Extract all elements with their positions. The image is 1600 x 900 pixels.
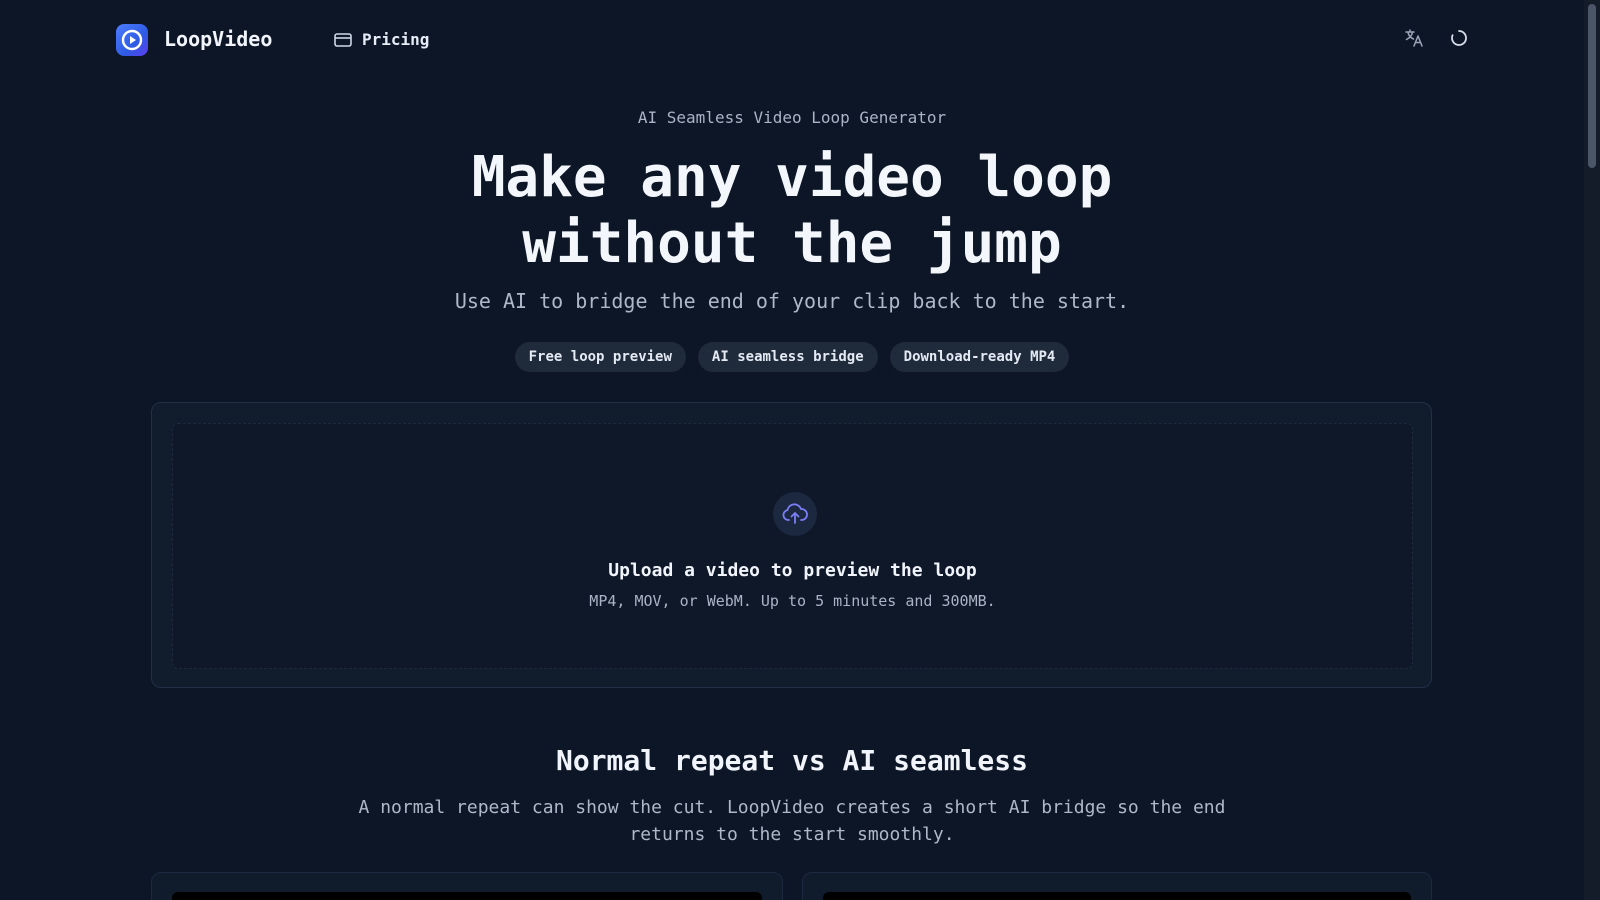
hero-eyebrow: AI Seamless Video Loop Generator (637, 108, 947, 127)
normal-repeat-video[interactable] (172, 892, 762, 900)
upload-card: Upload a video to preview the loop MP4, … (151, 402, 1432, 688)
hero-title-line-2: without the jump (522, 211, 1062, 276)
comparison-section-subtitle: A normal repeat can show the cut. LoopVi… (0, 794, 1584, 848)
normal-repeat-card (151, 872, 783, 900)
upload-format-hint: MP4, MOV, or WebM. Up to 5 minutes and 3… (589, 592, 996, 610)
account-loading-button[interactable] (1447, 28, 1471, 52)
page: LoopVideo Pricing AI Seamless Video Loop… (0, 0, 1584, 900)
ai-seamless-video[interactable] (823, 892, 1411, 900)
pricing-nav-label: Pricing (362, 30, 430, 49)
hero-title: Make any video loop without the jump (0, 145, 1584, 277)
video-upload-dropzone[interactable]: Upload a video to preview the loop MP4, … (172, 423, 1413, 669)
upload-title: Upload a video to preview the loop (608, 560, 977, 581)
pricing-nav-link[interactable]: Pricing (334, 30, 429, 49)
feature-chip-free-preview: Free loop preview (514, 342, 686, 372)
translate-icon (1404, 28, 1424, 52)
feature-chip-ai-bridge: AI seamless bridge (697, 342, 878, 372)
brand-name[interactable]: LoopVideo (164, 27, 272, 51)
hero-subtitle: Use AI to bridge the end of your clip ba… (454, 289, 1130, 313)
top-navigation: LoopVideo Pricing (0, 0, 1584, 80)
ai-seamless-card (802, 872, 1432, 900)
scrollbar-thumb[interactable] (1588, 4, 1596, 168)
feature-chip-mp4-download: Download-ready MP4 (889, 342, 1070, 372)
loading-spinner-icon (1450, 29, 1468, 51)
comparison-section-title: Normal repeat vs AI seamless (555, 744, 1028, 777)
language-button[interactable] (1402, 28, 1426, 52)
play-loop-logo-icon[interactable] (116, 24, 148, 56)
feature-chips: Free loop preview AI seamless bridge Dow… (0, 342, 1584, 372)
comparison-subtitle-line-2: returns to the start smoothly. (629, 824, 955, 845)
hero-title-line-1: Make any video loop (471, 145, 1113, 210)
cloud-upload-icon (773, 492, 817, 536)
credit-card-icon (334, 31, 352, 49)
comparison-subtitle-line-1: A normal repeat can show the cut. LoopVi… (358, 797, 1226, 818)
page-scrollbar[interactable] (1584, 0, 1600, 900)
